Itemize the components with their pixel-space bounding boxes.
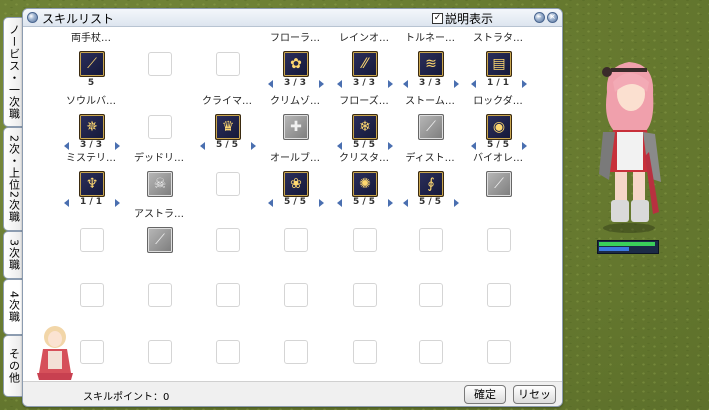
empty-slot (487, 340, 511, 364)
skill-name: ストラタ… (473, 33, 523, 44)
confirm-button[interactable]: 確定 (464, 385, 506, 404)
allbloom-icon[interactable]: ❀ (283, 171, 309, 197)
tab-novice-first-job[interactable]: ノービス・一次職 (3, 17, 23, 127)
empty-slot (148, 283, 172, 307)
tab-fourth-job[interactable]: 4次職 (3, 279, 23, 335)
level-up-arrow[interactable] (115, 199, 120, 207)
distort-icon[interactable]: ∮ (418, 171, 444, 197)
empty-slot (284, 228, 308, 252)
description-toggle[interactable]: ✓ 説明表示 (432, 10, 493, 27)
strata-icon[interactable]: ▤ (486, 51, 512, 77)
skill-points: スキルポイント：0 (83, 392, 170, 403)
skill-name: ソウルバ… (66, 96, 116, 107)
staff-icon[interactable]: ⟋ (79, 51, 105, 77)
empty-slot (216, 52, 240, 76)
empty-slot (284, 283, 308, 307)
climax-icon[interactable]: ♛ (215, 114, 241, 140)
level-up-arrow[interactable] (319, 80, 324, 88)
crimson-icon[interactable]: ✚ (283, 114, 309, 140)
skill-name: ディスト… (405, 153, 455, 164)
flower-icon[interactable]: ✿ (283, 51, 309, 77)
empty-slot (148, 340, 172, 364)
skill-name: 両手杖… (71, 33, 111, 44)
empty-slot (216, 172, 240, 196)
skill-name: ミステリ… (66, 153, 116, 164)
skill-footer: スキルポイント：0 確定 リセット (23, 381, 562, 406)
skill-name: オールブ… (270, 153, 320, 164)
level-up-arrow[interactable] (251, 142, 256, 150)
empty-slot (148, 115, 172, 139)
reset-button[interactable]: リセット (513, 385, 556, 406)
empty-slot (284, 340, 308, 364)
skill-name: クリスタ… (339, 153, 389, 164)
astral-icon[interactable]: ⟋ (147, 227, 173, 253)
empty-slot (419, 283, 443, 307)
window-title: スキルリスト (42, 12, 115, 26)
player-character[interactable] (593, 52, 665, 234)
level-up-arrow[interactable] (388, 199, 393, 207)
tab-third-job[interactable]: 3次職 (3, 231, 23, 279)
rain-icon[interactable]: ⁄⁄ (352, 51, 378, 77)
skill-name: ロックダ… (473, 96, 523, 107)
tab-label: 4次職 (7, 291, 21, 323)
skill-name: クリムゾ… (270, 96, 320, 107)
skill-name: ストーム… (405, 96, 455, 107)
empty-slot (80, 283, 104, 307)
description-label: 説明表示 (445, 12, 494, 26)
skill-name: レインオ… (339, 33, 389, 44)
skill-name: デッドリ… (134, 153, 184, 164)
tornado-icon[interactable]: ≋ (418, 51, 444, 77)
soul-icon[interactable]: ✵ (79, 114, 105, 140)
skill-name: トルネー… (405, 33, 455, 44)
violent-icon[interactable]: ⟋ (486, 171, 512, 197)
empty-slot (487, 228, 511, 252)
level-up-arrow[interactable] (454, 199, 459, 207)
minimize-icon[interactable]: – (534, 12, 545, 23)
empty-slot (353, 228, 377, 252)
tab-label: その他 (7, 348, 21, 384)
tab-other[interactable]: その他 (3, 335, 23, 397)
title-bar[interactable]: スキルリスト ✓ 説明表示 – × (23, 9, 562, 27)
skill-name: バイオレ… (473, 153, 523, 164)
skill-name: フローズ… (339, 96, 389, 107)
skill-level: 5 (87, 78, 95, 88)
empty-slot (148, 52, 172, 76)
empty-slot (419, 340, 443, 364)
empty-slot (353, 283, 377, 307)
rock-icon[interactable]: ◉ (486, 114, 512, 140)
tab-label: ノービス・一次職 (7, 24, 21, 120)
level-up-arrow[interactable] (454, 80, 459, 88)
character-portrait (35, 323, 75, 381)
level-up-arrow[interactable] (388, 80, 393, 88)
empty-slot (216, 228, 240, 252)
skill-list-window: スキルリスト ✓ 説明表示 – × 両手杖… ⟋ 5 フローラ… ✿ 3 / 3… (22, 8, 563, 407)
skill-name: クライマ… (202, 96, 252, 107)
close-icon[interactable]: × (547, 12, 558, 23)
skill-grid: 両手杖… ⟋ 5 フローラ… ✿ 3 / 3 レインオ… ⁄⁄ 3 / 3 トル… (23, 27, 562, 382)
empty-slot (216, 340, 240, 364)
tab-label: 3次職 (7, 239, 21, 271)
empty-slot (419, 228, 443, 252)
window-icon (27, 12, 38, 23)
level-up-arrow[interactable] (319, 199, 324, 207)
empty-slot (80, 340, 104, 364)
skill-name: フローラ… (270, 33, 320, 44)
tab-label: 2次・上位2次職 (7, 135, 21, 223)
crystal-icon[interactable]: ✺ (352, 171, 378, 197)
storm-icon[interactable]: ⟋ (418, 114, 444, 140)
mystery-icon[interactable]: ♆ (79, 171, 105, 197)
frozen-icon[interactable]: ❄ (352, 114, 378, 140)
empty-slot (487, 283, 511, 307)
empty-slot (353, 340, 377, 364)
player-hp-sp-bar (597, 240, 659, 254)
deadly-icon[interactable]: ☠ (147, 171, 173, 197)
description-checkbox[interactable]: ✓ (432, 13, 443, 24)
tab-second-job[interactable]: 2次・上位2次職 (3, 127, 23, 231)
level-up-arrow[interactable] (522, 80, 527, 88)
empty-slot (216, 283, 240, 307)
skill-name: アストラ… (134, 209, 184, 220)
empty-slot (80, 228, 104, 252)
